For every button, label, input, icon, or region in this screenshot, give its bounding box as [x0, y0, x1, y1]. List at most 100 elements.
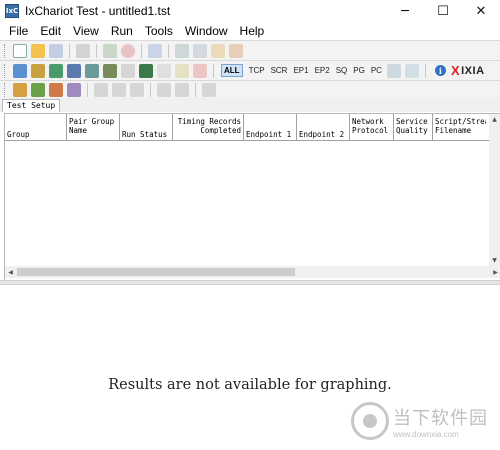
new-file-icon[interactable] [13, 44, 27, 58]
column-header-run-status[interactable]: Run Status [120, 114, 173, 141]
column-header-label: Endpoint 2 [299, 130, 347, 139]
column-header-pair-group-name[interactable]: Pair Group Name [67, 114, 120, 141]
menu-view[interactable]: View [67, 24, 105, 38]
open-folder-icon[interactable] [31, 44, 45, 58]
filter-scr-button[interactable]: SCR [271, 66, 288, 75]
hardware-icon[interactable] [85, 64, 99, 78]
toolbar-separator [213, 64, 214, 78]
pair-add-icon[interactable] [13, 83, 27, 97]
filter-ep1-button[interactable]: EP1 [293, 66, 308, 75]
save-icon[interactable] [49, 44, 63, 58]
info-icon[interactable]: i [435, 65, 446, 76]
ungroup-icon[interactable] [405, 64, 419, 78]
report-icon[interactable] [229, 44, 243, 58]
horizontal-scrollbar[interactable]: ◀ ▶ [5, 266, 500, 278]
menu-help[interactable]: Help [234, 24, 271, 38]
menu-tools[interactable]: Tools [139, 24, 179, 38]
toolbar-grip[interactable] [4, 83, 7, 97]
menu-run[interactable]: Run [105, 24, 139, 38]
toolbar-separator [168, 44, 169, 58]
scroll-left-icon[interactable]: ◀ [5, 266, 16, 278]
title-bar: IxC IxChariot Test - untitled1.tst ─ ☐ ✕ [0, 0, 500, 22]
arrow-icon[interactable] [175, 44, 189, 58]
filter-pc-button[interactable]: PC [371, 66, 382, 75]
pair-check-icon[interactable] [130, 83, 144, 97]
alert-icon[interactable] [193, 64, 207, 78]
window-controls: ─ ☐ ✕ [386, 0, 500, 22]
watermark-brand: 当下软件园 [393, 404, 488, 430]
column-header-label: Pair Group [69, 117, 117, 126]
properties-icon[interactable] [175, 64, 189, 78]
column-header-label: Timing Records [178, 117, 241, 126]
edit-icon[interactable] [121, 64, 135, 78]
pair-copy-icon[interactable] [112, 83, 126, 97]
pair-edit-icon[interactable] [49, 83, 63, 97]
watermark-logo-icon [351, 402, 389, 440]
pairs-grid: Group Pair Group Name Run Status Timing … [4, 113, 500, 280]
ixia-logo: X IXIA [451, 63, 485, 78]
toolbar-separator [141, 44, 142, 58]
filter-toolbar: ALL TCP SCR EP1 EP2 SQ PG PC i X IXIA [0, 60, 500, 80]
pair-merge-icon[interactable] [175, 83, 189, 97]
toolbar-grip[interactable] [4, 44, 7, 58]
minimize-button[interactable]: ─ [386, 0, 424, 22]
column-header-service-quality[interactable]: Service Quality [394, 114, 433, 141]
stop-icon[interactable] [121, 44, 135, 58]
delete-icon[interactable] [157, 64, 171, 78]
horizontal-scroll-thumb[interactable] [17, 268, 295, 276]
pair-print-icon[interactable] [202, 83, 216, 97]
scroll-right-icon[interactable]: ▶ [490, 266, 500, 278]
toolbar-separator [96, 44, 97, 58]
vertical-scrollbar[interactable]: ▲ ▼ [489, 114, 500, 266]
column-header-network-protocol[interactable]: Network Protocol [350, 114, 394, 141]
toolbar-grip[interactable] [4, 64, 7, 78]
print-icon[interactable] [76, 44, 90, 58]
column-header-label: Endpoint 1 [246, 130, 294, 139]
watermark: 当下软件园 www.downxia.com [351, 402, 488, 440]
filter-tcp-button[interactable]: TCP [249, 66, 265, 75]
close-button[interactable]: ✕ [462, 0, 500, 22]
warning-icon[interactable] [211, 44, 225, 58]
pair-move-icon[interactable] [94, 83, 108, 97]
filter-sq-button[interactable]: SQ [336, 66, 348, 75]
pair-add-multicast-icon[interactable] [31, 83, 45, 97]
network-icon[interactable] [49, 64, 63, 78]
column-header-script-filename[interactable]: Script/Strea Filename [433, 114, 486, 141]
run-icon[interactable] [103, 44, 117, 58]
column-header-label: Quality [396, 126, 430, 135]
column-header-endpoint-2[interactable]: Endpoint 2 [297, 114, 350, 141]
script-icon[interactable] [139, 64, 153, 78]
tab-strip: Test Setup [0, 98, 500, 112]
column-header-label: Name [69, 126, 117, 135]
tab-test-setup[interactable]: Test Setup [2, 99, 60, 112]
filter-ep2-button[interactable]: EP2 [315, 66, 330, 75]
voip-icon[interactable] [103, 64, 117, 78]
compare-icon[interactable] [193, 44, 207, 58]
link-icon[interactable] [67, 64, 81, 78]
menu-window[interactable]: Window [179, 24, 234, 38]
add-pair-icon[interactable] [13, 64, 27, 78]
scroll-up-icon[interactable]: ▲ [489, 114, 500, 125]
column-header-endpoint-1[interactable]: Endpoint 1 [244, 114, 297, 141]
toolbar-separator [425, 64, 426, 78]
column-header-label: Group [7, 130, 64, 139]
filter-all-button[interactable]: ALL [221, 64, 243, 77]
toolbar-separator [87, 83, 88, 97]
toolbar-separator [150, 83, 151, 97]
maximize-button[interactable]: ☐ [424, 0, 462, 22]
column-header-label: Filename [435, 126, 484, 135]
scroll-down-icon[interactable]: ▼ [489, 255, 500, 266]
column-header-label: Service [396, 117, 430, 126]
results-message: Results are not available for graphing. [0, 377, 500, 393]
column-header-group[interactable]: Group [5, 114, 67, 141]
group-icon[interactable] [387, 64, 401, 78]
column-header-timing-records[interactable]: Timing Records Completed [173, 114, 244, 141]
filter-pg-button[interactable]: PG [353, 66, 365, 75]
menu-file[interactable]: File [3, 24, 34, 38]
column-header-label: Network [352, 117, 391, 126]
pair-script-icon[interactable] [67, 83, 81, 97]
pair-split-icon[interactable] [157, 83, 171, 97]
menu-edit[interactable]: Edit [34, 24, 67, 38]
monitor-icon[interactable] [148, 44, 162, 58]
add-multicast-icon[interactable] [31, 64, 45, 78]
